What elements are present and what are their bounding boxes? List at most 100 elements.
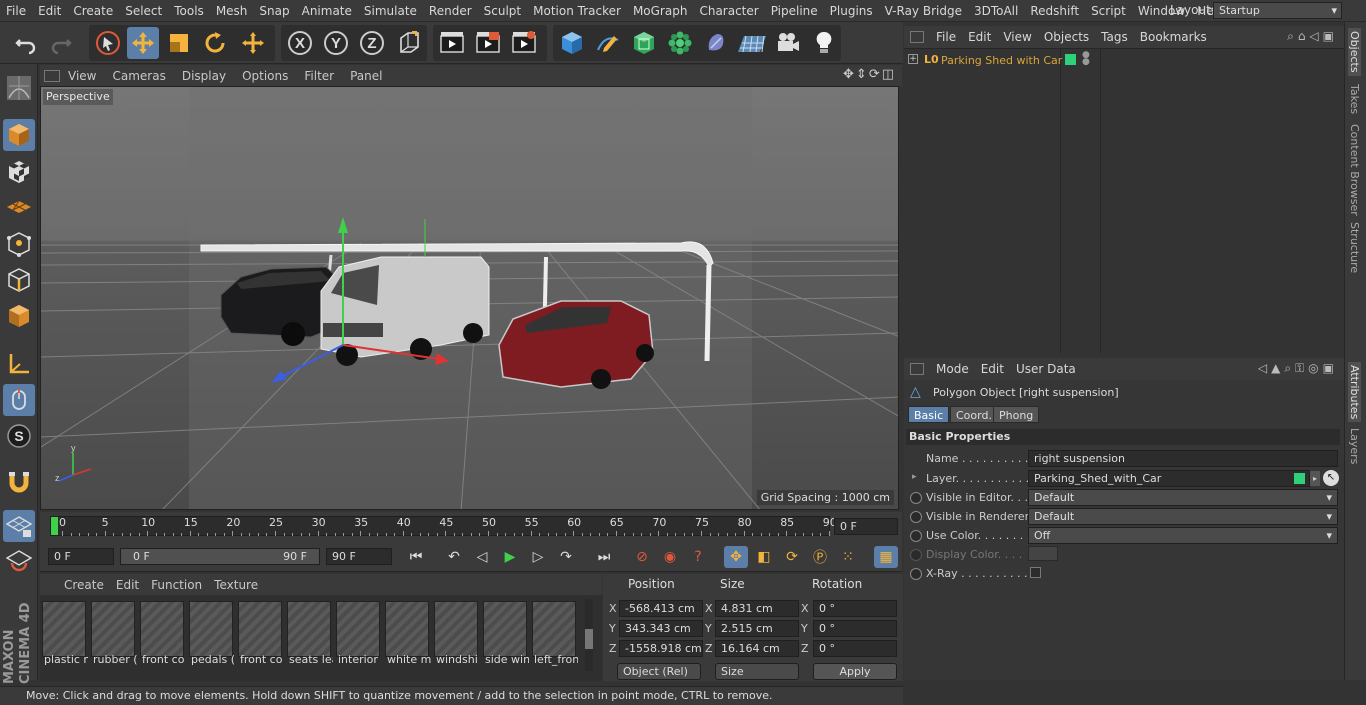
point-mode-icon[interactable] xyxy=(3,228,35,260)
redo-icon[interactable] xyxy=(45,27,77,59)
objects-menu-view[interactable]: View xyxy=(997,30,1037,44)
material-item[interactable]: left_fron xyxy=(532,601,578,667)
material-menu-texture[interactable]: Texture xyxy=(208,578,264,592)
rotate-tool-icon[interactable] xyxy=(199,27,231,59)
menu-motion-tracker[interactable]: Motion Tracker xyxy=(527,4,627,18)
menu-animate[interactable]: Animate xyxy=(296,4,358,18)
record-scale-icon[interactable]: ◧ xyxy=(752,546,776,568)
current-frame-field[interactable]: 0 F xyxy=(834,518,898,535)
size-y-field[interactable]: 2.515 cm xyxy=(715,620,799,637)
menu-mesh[interactable]: Mesh xyxy=(210,4,254,18)
menu-vray-bridge[interactable]: V-Ray Bridge xyxy=(879,4,968,18)
menu-plugins[interactable]: Plugins xyxy=(824,4,879,18)
attributes-menu-user-data[interactable]: User Data xyxy=(1010,362,1082,376)
play-forward-icon[interactable]: ▶ xyxy=(498,546,522,568)
name-field[interactable]: right suspension xyxy=(1028,450,1338,467)
tab-objects[interactable]: Objects xyxy=(1348,28,1361,76)
animation-key-icon[interactable] xyxy=(910,568,922,580)
size-mode-select[interactable]: Size xyxy=(715,663,799,680)
record-active-icon[interactable]: ⊘ xyxy=(630,546,654,568)
objects-menu-edit[interactable]: Edit xyxy=(962,30,997,44)
rotation-b-field[interactable]: 0 ° xyxy=(813,640,897,657)
solo-icon[interactable]: S xyxy=(3,420,35,452)
xray-checkbox[interactable] xyxy=(1030,567,1041,578)
menu-file[interactable]: File xyxy=(0,4,32,18)
material-item[interactable]: front co xyxy=(238,601,282,667)
animation-key-icon[interactable] xyxy=(910,511,922,523)
position-x-field[interactable]: -568.413 cm xyxy=(619,600,703,617)
material-item[interactable]: seats lea xyxy=(287,601,333,667)
animation-key-icon[interactable] xyxy=(910,530,922,542)
edge-mode-icon[interactable] xyxy=(3,264,35,296)
material-scrollbar[interactable] xyxy=(585,599,593,671)
locked-workplane-icon[interactable] xyxy=(3,546,35,578)
attribute-manager-nav-icons[interactable]: ◁▲⌕⚿◎▣ xyxy=(1258,361,1338,376)
timeline-ruler[interactable]: 0 5 10 15 20 25 30 35 40 45 50 55 60 65 70 75 80 85 90 0 F xyxy=(40,512,902,542)
material-menu-edit[interactable]: Edit xyxy=(110,578,145,592)
preview-range-slider[interactable]: 0 F 90 F xyxy=(120,548,320,565)
viewport-camera-label[interactable]: Perspective xyxy=(43,89,113,105)
material-item[interactable]: windshi xyxy=(434,601,478,667)
visibility-dots-icon[interactable]: ● ● xyxy=(1082,51,1090,67)
cube-primitive-icon[interactable] xyxy=(556,27,588,59)
menu-tools[interactable]: Tools xyxy=(168,4,210,18)
material-menu-function[interactable]: Function xyxy=(145,578,208,592)
menu-character[interactable]: Character xyxy=(693,4,764,18)
timeline-playhead[interactable] xyxy=(51,517,58,535)
expand-toggle-icon[interactable]: + xyxy=(908,54,918,64)
go-to-end-icon[interactable]: ⏭ xyxy=(592,546,616,568)
undo-icon[interactable] xyxy=(10,27,42,59)
visible-editor-select[interactable]: Default xyxy=(1028,489,1338,506)
keyframe-selection-icon[interactable]: ? xyxy=(686,546,710,568)
material-item[interactable]: white m xyxy=(385,601,431,667)
tab-structure[interactable]: Structure xyxy=(1348,222,1361,273)
menu-pipeline[interactable]: Pipeline xyxy=(765,4,824,18)
y-axis-lock-icon[interactable]: Y xyxy=(320,27,352,59)
rotation-h-field[interactable]: 0 ° xyxy=(813,600,897,617)
layer-color-icon[interactable] xyxy=(1065,54,1076,65)
record-parameter-icon[interactable]: Ⓟ xyxy=(808,546,832,568)
material-item[interactable]: side win xyxy=(483,601,529,667)
viewport-menu-options[interactable]: Options xyxy=(234,69,296,83)
menu-mograph[interactable]: MoGraph xyxy=(627,4,694,18)
objects-menu-objects[interactable]: Objects xyxy=(1038,30,1095,44)
visible-renderer-select[interactable]: Default xyxy=(1028,508,1338,525)
menu-create[interactable]: Create xyxy=(67,4,119,18)
pen-spline-icon[interactable] xyxy=(592,27,624,59)
tab-phong[interactable]: Phong xyxy=(993,406,1040,423)
record-rotation-icon[interactable]: ⟳ xyxy=(780,546,804,568)
tweak-mode-icon[interactable] xyxy=(3,384,35,416)
render-picture-viewer-icon[interactable] xyxy=(472,27,504,59)
coordinate-mode-select[interactable]: Object (Rel) xyxy=(617,663,701,680)
model-mode-icon[interactable] xyxy=(3,119,35,151)
tab-content-browser[interactable]: Content Browser xyxy=(1348,124,1361,216)
camera-icon[interactable] xyxy=(772,27,804,59)
viewport-nav-icons[interactable]: ✥⇕⟳◫ xyxy=(843,67,896,82)
viewport-perspective[interactable]: y z Perspective Grid Spacing : 1000 cm xyxy=(40,86,899,510)
menu-snap[interactable]: Snap xyxy=(253,4,295,18)
make-editable-icon[interactable] xyxy=(3,72,35,104)
animation-key-icon[interactable] xyxy=(910,492,922,504)
material-item[interactable]: interior xyxy=(336,601,380,667)
move-tool-icon[interactable] xyxy=(127,27,159,59)
size-z-field[interactable]: 16.164 cm xyxy=(715,640,799,657)
viewport-menu-filter[interactable]: Filter xyxy=(296,69,342,83)
menu-3dtoall[interactable]: 3DToAll xyxy=(968,4,1024,18)
layout-select[interactable]: Startup xyxy=(1213,2,1342,19)
snap-icon[interactable] xyxy=(3,466,35,498)
use-color-select[interactable]: Off xyxy=(1028,527,1338,544)
scale-tool-icon[interactable] xyxy=(163,27,195,59)
next-frame-icon[interactable]: ▷ xyxy=(526,546,550,568)
record-point-level-icon[interactable]: ⁙ xyxy=(836,546,860,568)
material-item[interactable]: front co xyxy=(140,601,184,667)
menu-select[interactable]: Select xyxy=(119,4,168,18)
viewport-menu-cameras[interactable]: Cameras xyxy=(104,69,173,83)
start-frame-field[interactable]: 0 F xyxy=(48,548,114,565)
tab-coord[interactable]: Coord. xyxy=(950,406,998,423)
next-key-icon[interactable]: ↷ xyxy=(554,546,578,568)
object-row-parking-shed[interactable]: + L0 Parking Shed with Car ● ● xyxy=(904,51,1344,70)
viewport-menu-display[interactable]: Display xyxy=(174,69,234,83)
autokeying-icon[interactable]: ◉ xyxy=(658,546,682,568)
workplane-mode-icon[interactable] xyxy=(3,192,35,224)
layer-pick-icon[interactable]: ↖ xyxy=(1323,470,1339,486)
